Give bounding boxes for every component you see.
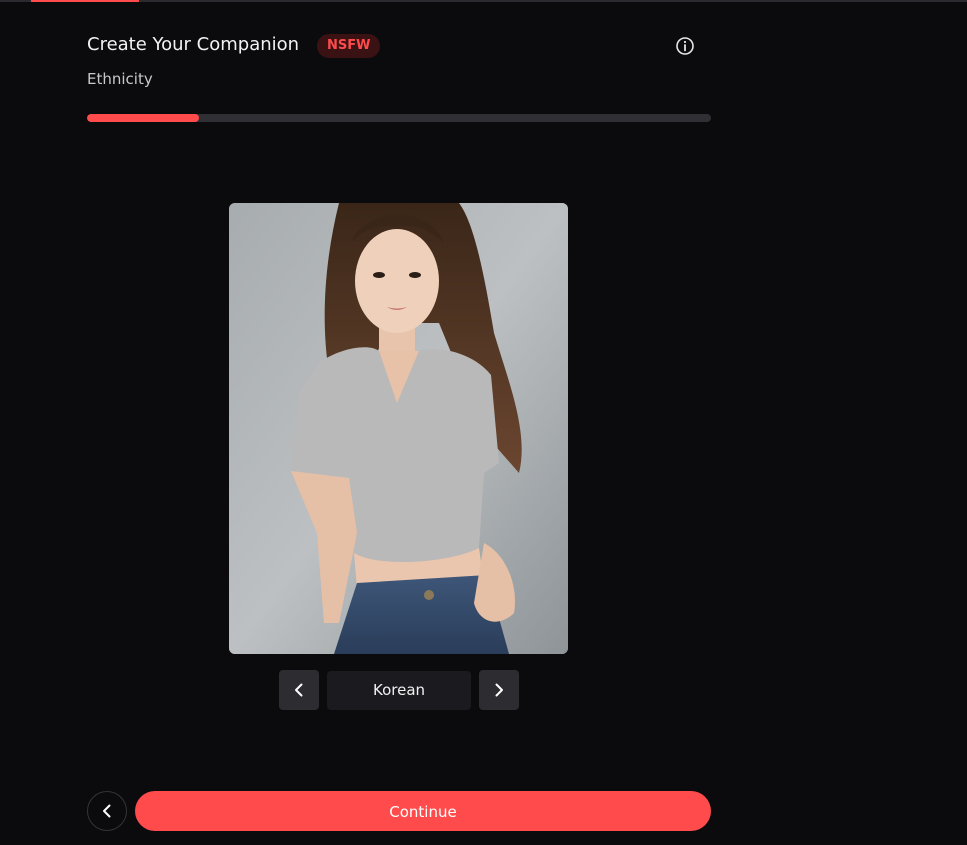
nsfw-badge: NSFW [317,34,381,58]
step-label: Ethnicity [87,70,153,88]
page-title: Create Your Companion [87,34,300,55]
continue-button[interactable]: Continue [135,791,711,831]
chevron-left-icon [295,683,303,697]
info-circle-icon[interactable] [675,36,695,56]
back-button[interactable] [87,791,127,831]
active-tab-indicator [31,0,139,2]
chevron-left-icon [103,804,111,818]
ethnicity-option-label: Korean [327,671,471,710]
next-option-button[interactable] [479,670,519,710]
companion-preview-image [229,203,568,654]
top-tab-bar [0,0,967,2]
previous-option-button[interactable] [279,670,319,710]
progress-bar-fill [87,114,200,122]
chevron-right-icon [495,683,503,697]
progress-bar [87,114,711,122]
